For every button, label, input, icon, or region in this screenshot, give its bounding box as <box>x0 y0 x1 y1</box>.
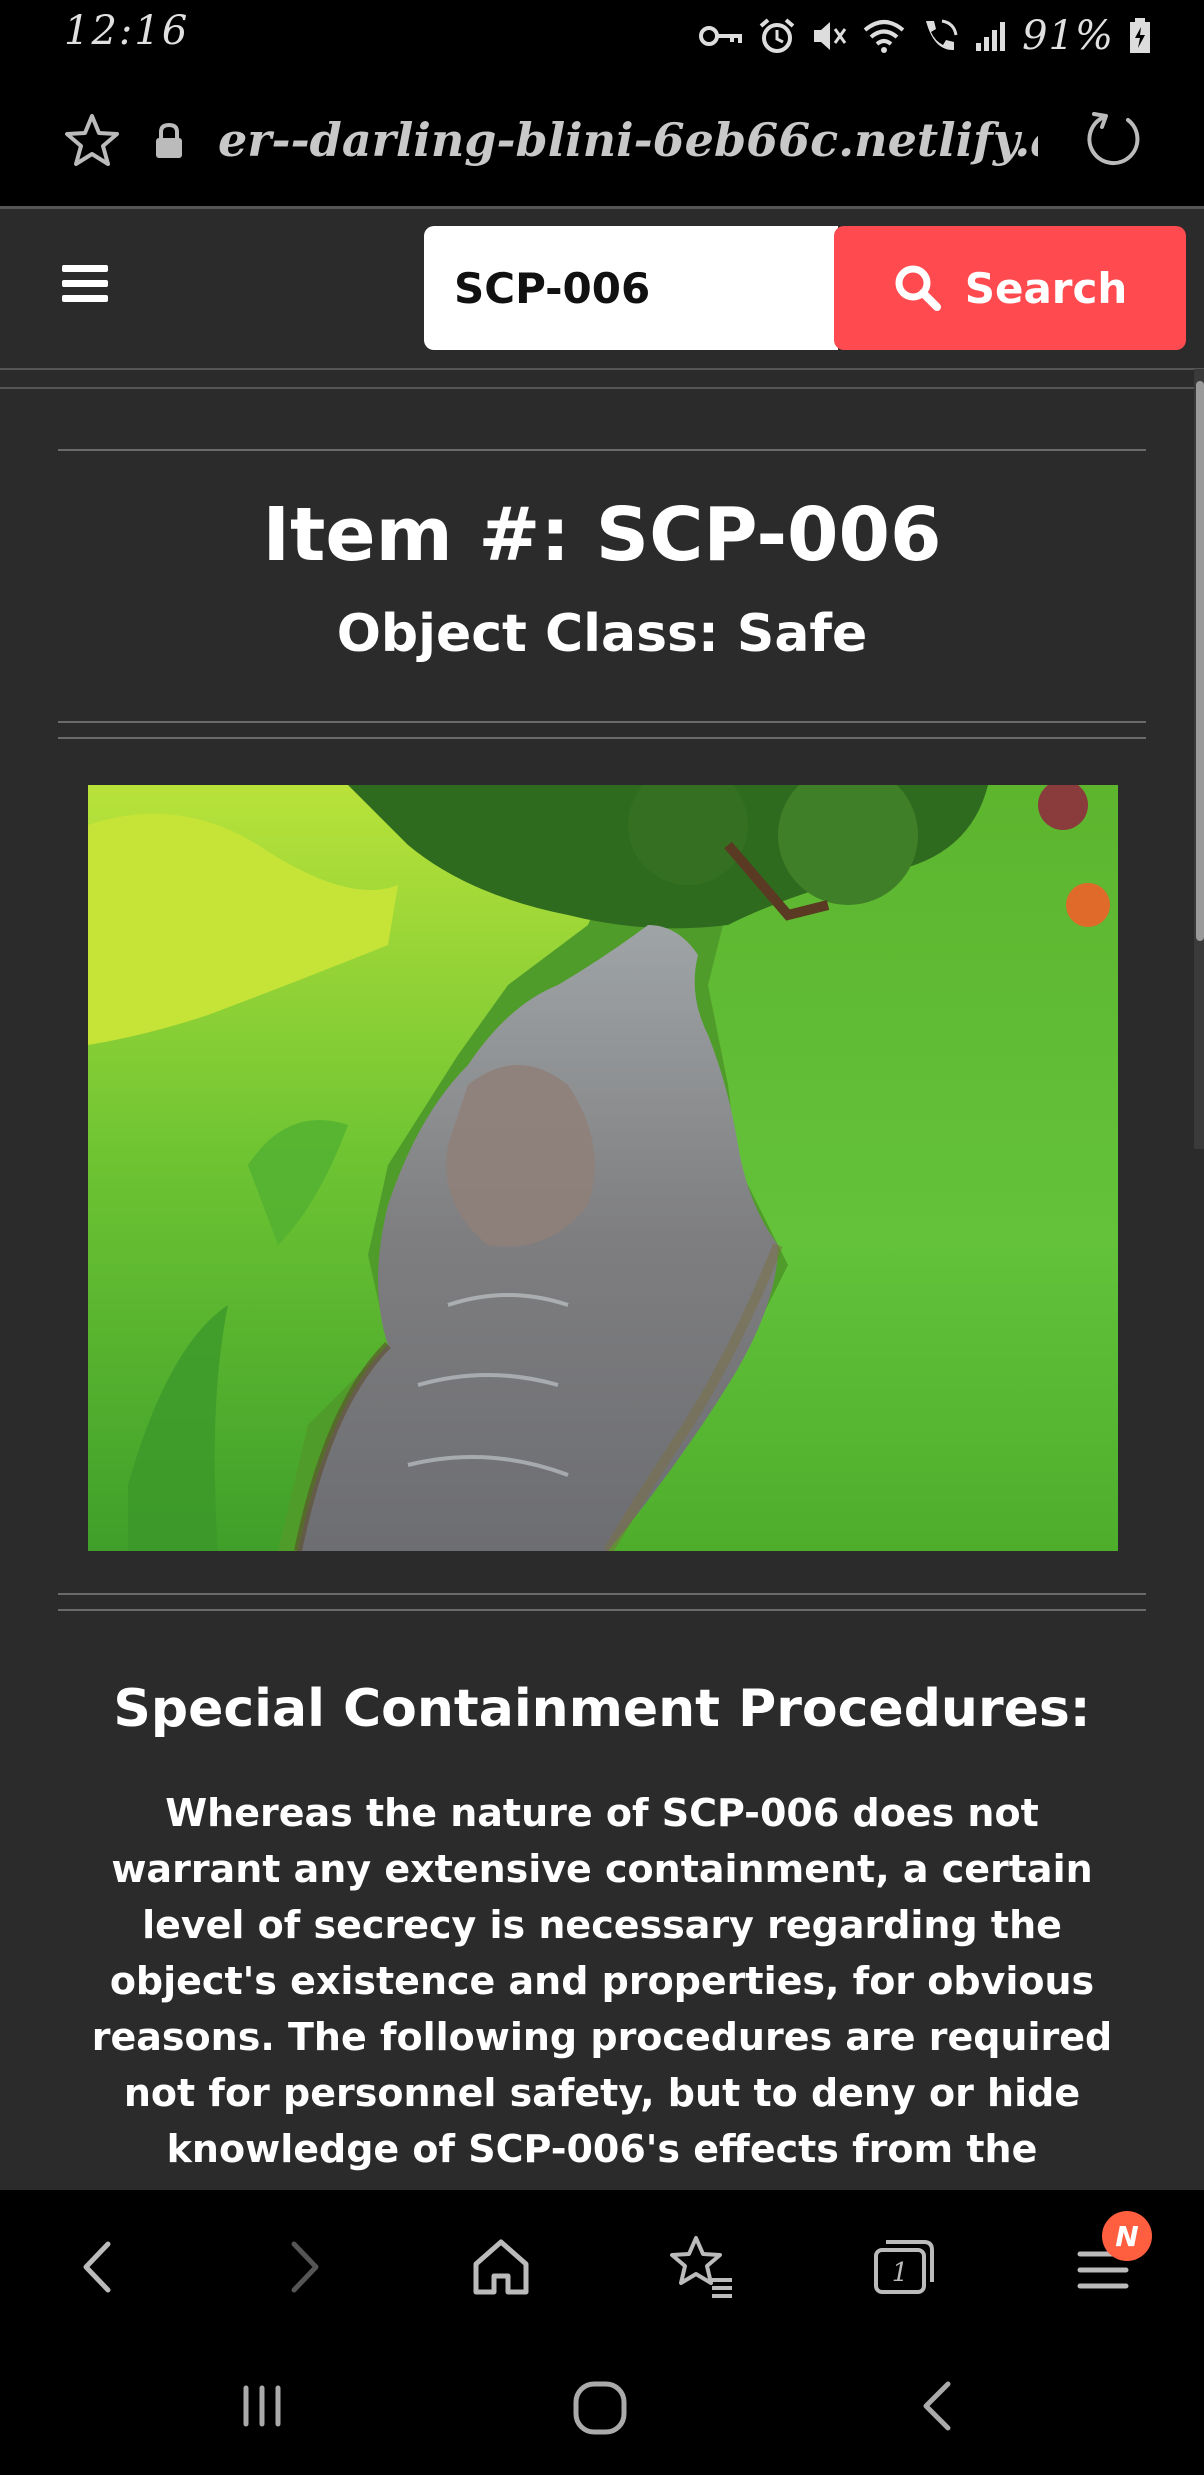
scrollbar-thumb[interactable] <box>1196 381 1204 941</box>
stream-photo <box>88 785 1118 1551</box>
lock-icon <box>156 122 182 158</box>
divider <box>58 1593 1146 1595</box>
signal-icon <box>976 22 1006 51</box>
article: Item #: SCP-006 Object Class: Safe Speci… <box>58 449 1146 2177</box>
alarm-icon <box>759 18 795 53</box>
header-divider <box>0 368 1204 370</box>
home-circle-icon[interactable] <box>568 2376 632 2440</box>
procedures-paragraph: Whereas the nature of SCP-006 does not w… <box>91 1791 1113 2171</box>
divider <box>58 449 1146 451</box>
browser-toolbar: 1 <box>0 2190 1204 2340</box>
url-text[interactable]: er--darling-blini-6eb66c.netlify.app <box>218 102 1038 178</box>
tabs-count: 1 <box>892 2258 909 2288</box>
site-header: Search <box>0 209 1204 366</box>
mute-icon <box>814 22 847 50</box>
star-icon[interactable] <box>62 112 122 170</box>
stream-photo-drawing <box>88 785 1118 1551</box>
divider <box>58 737 1146 739</box>
vpn-key-icon <box>699 26 743 46</box>
nav-back-icon[interactable] <box>908 2376 968 2436</box>
bookmarks-icon[interactable] <box>666 2232 736 2302</box>
battery-icon <box>1130 18 1150 53</box>
tabs-icon[interactable]: 1 <box>868 2232 938 2302</box>
section-heading: Special Containment Procedures: <box>113 1679 1091 1739</box>
recent-apps-icon[interactable] <box>232 2376 292 2436</box>
web-page: Search Item #: SCP-006 Object Class: Saf… <box>0 209 1204 2190</box>
screen: 12:16 91% er--darling-blini-6eb66c.netli… <box>0 0 1204 2475</box>
battery-percent: 91% <box>1022 13 1114 59</box>
wifi-calling-icon <box>926 19 958 51</box>
home-icon[interactable] <box>466 2232 536 2302</box>
menu-notification-badge: N <box>1102 2211 1152 2261</box>
header-divider-secondary <box>0 387 1204 389</box>
search-button[interactable]: Search <box>834 226 1186 350</box>
status-bar: 12:16 91% <box>0 0 1204 72</box>
hamburger-menu-icon[interactable] <box>62 265 110 309</box>
wifi-icon <box>863 20 905 53</box>
url-bar: er--darling-blini-6eb66c.netlify.app <box>0 72 1204 206</box>
forward-icon[interactable] <box>268 2232 338 2302</box>
android-nav-bar <box>0 2340 1204 2475</box>
search-input[interactable] <box>424 226 838 350</box>
divider <box>58 1609 1146 1611</box>
divider <box>58 721 1146 723</box>
status-icons: 91% <box>698 12 1152 60</box>
page-title: Item #: SCP-006 <box>262 492 942 578</box>
reload-icon[interactable] <box>1082 108 1144 170</box>
object-class: Object Class: Safe <box>336 604 868 664</box>
search-button-label: Search <box>964 263 1128 313</box>
status-time: 12:16 <box>64 8 190 54</box>
back-icon[interactable] <box>64 2232 134 2302</box>
search-icon <box>895 265 941 311</box>
